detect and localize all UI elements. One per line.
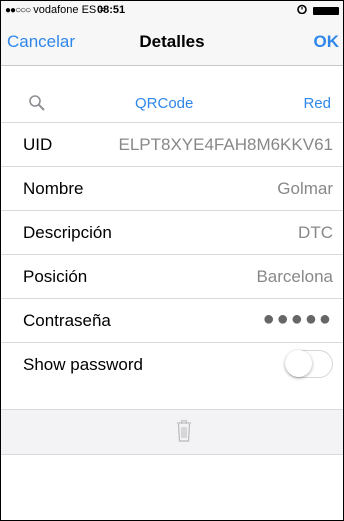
cancel-button[interactable]: Cancelar bbox=[7, 32, 75, 52]
posicion-row[interactable]: Posición Barcelona bbox=[1, 254, 343, 299]
show-password-toggle[interactable] bbox=[285, 350, 333, 378]
bottom-toolbar bbox=[1, 409, 343, 455]
red-button[interactable]: Red bbox=[303, 95, 331, 112]
contrasena-label: Contraseña bbox=[23, 311, 111, 330]
uid-value: ELPT8XYE4FAH8M6KKV61 bbox=[118, 135, 333, 154]
trash-icon[interactable] bbox=[176, 420, 192, 442]
alarm-icon bbox=[297, 4, 307, 17]
status-time: 08:51 bbox=[97, 4, 126, 16]
contrasena-row[interactable]: Contraseña ●●●●● bbox=[1, 298, 343, 343]
posicion-label: Posición bbox=[23, 267, 88, 286]
descripcion-row[interactable]: Descripción DTC bbox=[1, 210, 343, 255]
ok-button[interactable]: OK bbox=[314, 32, 340, 52]
device-frame: ●●○○○ vodafone ES ≈ 08:51 Cancelar Detal… bbox=[0, 0, 344, 521]
nombre-row[interactable]: Nombre Golmar bbox=[1, 166, 343, 211]
carrier-info: ●●○○○ vodafone ES ≈ bbox=[5, 4, 105, 16]
show-password-label: Show password bbox=[23, 355, 144, 374]
carrier-name: vodafone ES bbox=[33, 4, 97, 16]
password-field[interactable]: ●●●●● bbox=[263, 308, 333, 331]
segment-row: QRCode Red bbox=[1, 86, 343, 122]
nombre-field[interactable]: Golmar bbox=[277, 179, 333, 199]
status-bar: ●●○○○ vodafone ES ≈ 08:51 bbox=[1, 1, 343, 21]
descripcion-label: Descripción bbox=[23, 223, 112, 242]
uid-row: UID ELPT8XYE4FAH8M6KKV61 bbox=[1, 122, 343, 167]
battery-icon bbox=[313, 6, 339, 15]
nombre-label: Nombre bbox=[23, 179, 84, 198]
show-password-row: Show password bbox=[1, 342, 343, 387]
signal-strength: ●●○○○ bbox=[5, 5, 31, 16]
navigation-bar: Cancelar Detalles OK bbox=[1, 21, 343, 66]
descripcion-field[interactable]: DTC bbox=[298, 223, 333, 243]
search-icon[interactable] bbox=[28, 94, 46, 112]
status-icons bbox=[297, 4, 339, 17]
uid-label: UID bbox=[23, 135, 53, 154]
toggle-knob bbox=[285, 350, 312, 377]
posicion-field[interactable]: Barcelona bbox=[256, 267, 333, 287]
qrcode-button[interactable]: QRCode bbox=[135, 95, 193, 112]
